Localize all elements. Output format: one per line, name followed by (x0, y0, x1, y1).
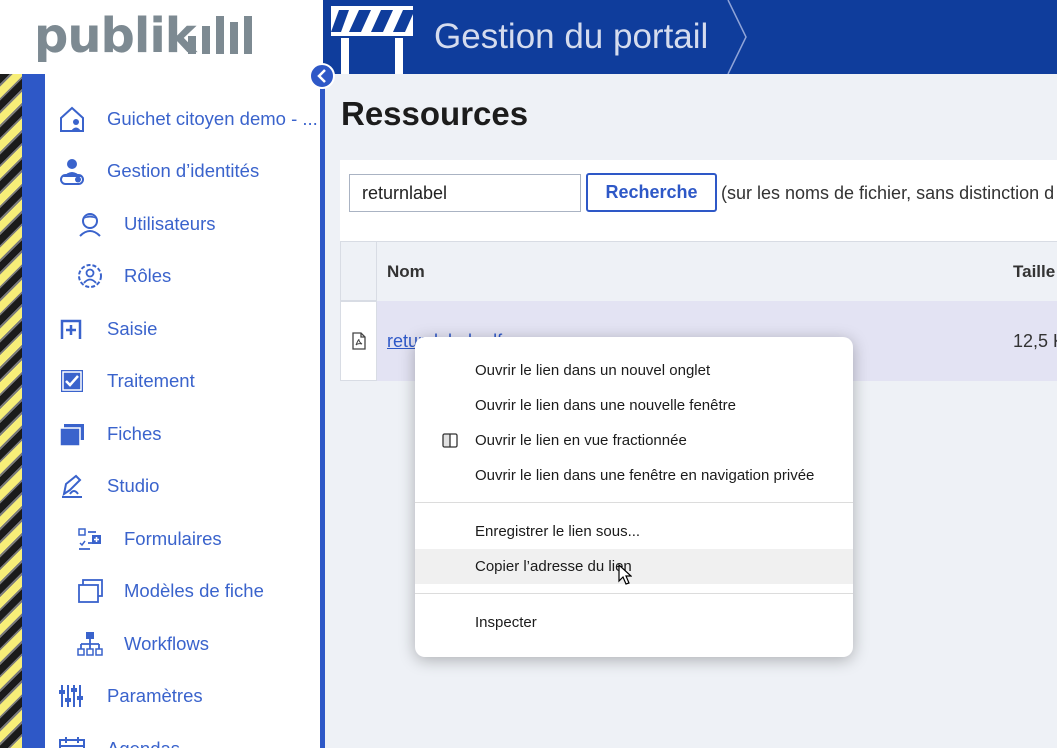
logo[interactable]: publik (0, 0, 323, 74)
home-user-icon (60, 106, 84, 132)
checkbox-icon (61, 370, 83, 392)
page-header-title[interactable]: Gestion du portail (434, 14, 708, 60)
sidebar-item-label: Rôles (124, 265, 172, 286)
sidebar-item-label: Paramètres (107, 685, 203, 706)
pdf-file-icon (351, 332, 366, 350)
file-size: 12,5 K (1013, 331, 1057, 351)
calendar-icon (59, 737, 85, 748)
context-menu: Ouvrir le lien dans un nouvel onglet Ouv… (415, 337, 853, 657)
sidebar-border (320, 74, 325, 748)
page-title: Ressources (341, 95, 529, 132)
menu-item-label: Ouvrir le lien dans une fenêtre en navig… (475, 467, 815, 484)
roadblock-icon (331, 6, 413, 74)
sidebar-item-label: Utilisateurs (124, 213, 216, 234)
sidebar: Guichet citoyen demo - ... Gestion d’ide… (45, 74, 320, 748)
menu-item-label: Ouvrir le lien en vue fractionnée (475, 432, 687, 449)
menu-item-label: Enregistrer le lien sous... (475, 523, 641, 540)
breadcrumb-chevron-icon (727, 0, 747, 74)
folder-icon (59, 424, 84, 447)
sidebar-item-label: Agendas (107, 738, 180, 748)
menu-item-open-new-tab[interactable]: Ouvrir le lien dans un nouvel onglet (415, 353, 853, 388)
column-header-size[interactable]: Taille (1013, 262, 1055, 282)
studio-icon (62, 474, 82, 498)
sidebar-item-label: Modèles de fiche (124, 580, 264, 601)
chevron-left-icon (317, 69, 326, 83)
menu-item-label: Copier l’adresse du lien (475, 558, 632, 575)
menu-separator (415, 502, 853, 503)
sidebar-item-label: Fiches (107, 423, 162, 444)
sidebar-item-label: Gestion d’identités (107, 160, 260, 181)
menu-item-open-private[interactable]: Ouvrir le lien dans une fenêtre en navig… (415, 458, 853, 493)
sidebar-item-label: Guichet citoyen demo - ... (107, 108, 318, 129)
workflows-icon (77, 632, 103, 656)
roles-icon (78, 264, 102, 288)
menu-item-save-link-as[interactable]: Enregistrer le lien sous... (415, 514, 853, 549)
menu-item-label: Ouvrir le lien dans une nouvelle fenêtre (475, 397, 736, 414)
menu-separator (415, 593, 853, 594)
identity-icon (60, 159, 84, 185)
collapse-sidebar-button[interactable] (309, 63, 335, 89)
table-row-icon-cell (340, 301, 377, 381)
mouse-cursor-icon (618, 564, 632, 585)
sidebar-item-label: Formulaires (124, 528, 222, 549)
split-view-icon (442, 433, 458, 448)
table-header-icon-cell (340, 241, 377, 301)
menu-item-open-new-window[interactable]: Ouvrir le lien dans une nouvelle fenêtre (415, 388, 853, 423)
top-bar: Gestion du portail (323, 0, 1057, 74)
logo-bars-icon (188, 16, 252, 54)
sidebar-item-label: Workflows (124, 633, 209, 654)
search-button[interactable]: Recherche (586, 173, 717, 212)
menu-item-label: Ouvrir le lien dans un nouvel onglet (475, 362, 711, 379)
column-header-name[interactable]: Nom (387, 262, 425, 282)
users-icon (79, 213, 101, 237)
sidebar-band (22, 74, 45, 748)
entry-icon (60, 319, 82, 339)
sidebar-item-label: Saisie (107, 318, 158, 339)
menu-item-label: Inspecter (475, 614, 537, 631)
menu-item-open-split-view[interactable]: Ouvrir le lien en vue fractionnée (415, 423, 853, 458)
search-hint: (sur les noms de fichier, sans distincti… (721, 183, 1055, 203)
logo-text: publik (34, 8, 197, 64)
table-header (377, 241, 1057, 301)
sidebar-item-label: Studio (107, 475, 160, 496)
menu-item-inspect[interactable]: Inspecter (415, 605, 853, 640)
search-input[interactable]: returnlabel (349, 174, 581, 212)
settings-icon (59, 685, 83, 707)
forms-icon (78, 528, 101, 550)
menu-item-copy-link-address[interactable]: Copier l’adresse du lien (415, 549, 853, 584)
card-models-icon (78, 579, 103, 603)
sidebar-item-label: Traitement (107, 370, 195, 391)
warning-stripes (0, 74, 22, 748)
